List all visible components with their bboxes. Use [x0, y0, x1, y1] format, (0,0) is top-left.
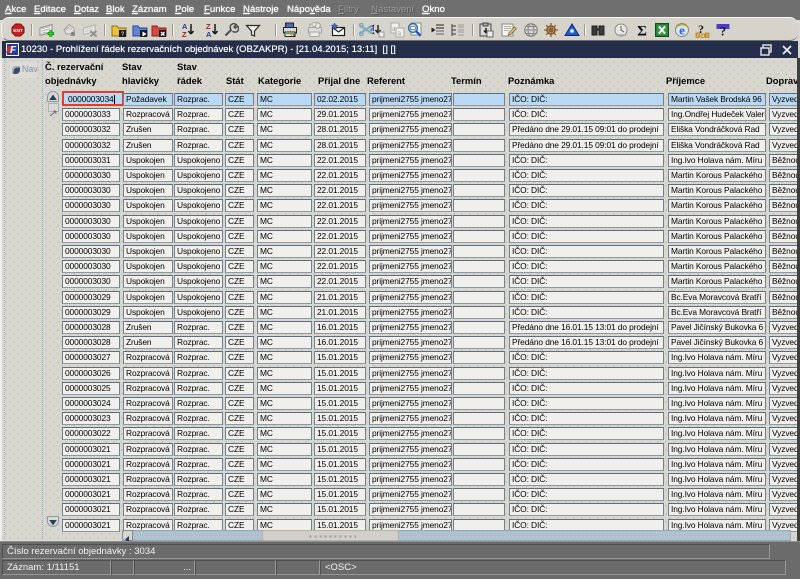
svg-text:A: A [206, 30, 212, 38]
svg-text:Z: Z [182, 30, 187, 38]
svg-text:?: ? [720, 25, 726, 39]
svg-text:a: a [392, 24, 396, 33]
svg-text:a: a [370, 23, 375, 33]
svg-text:a: a [398, 29, 402, 38]
svg-text:Σ: Σ [637, 24, 647, 39]
svg-text:EXIT: EXIT [13, 28, 23, 33]
